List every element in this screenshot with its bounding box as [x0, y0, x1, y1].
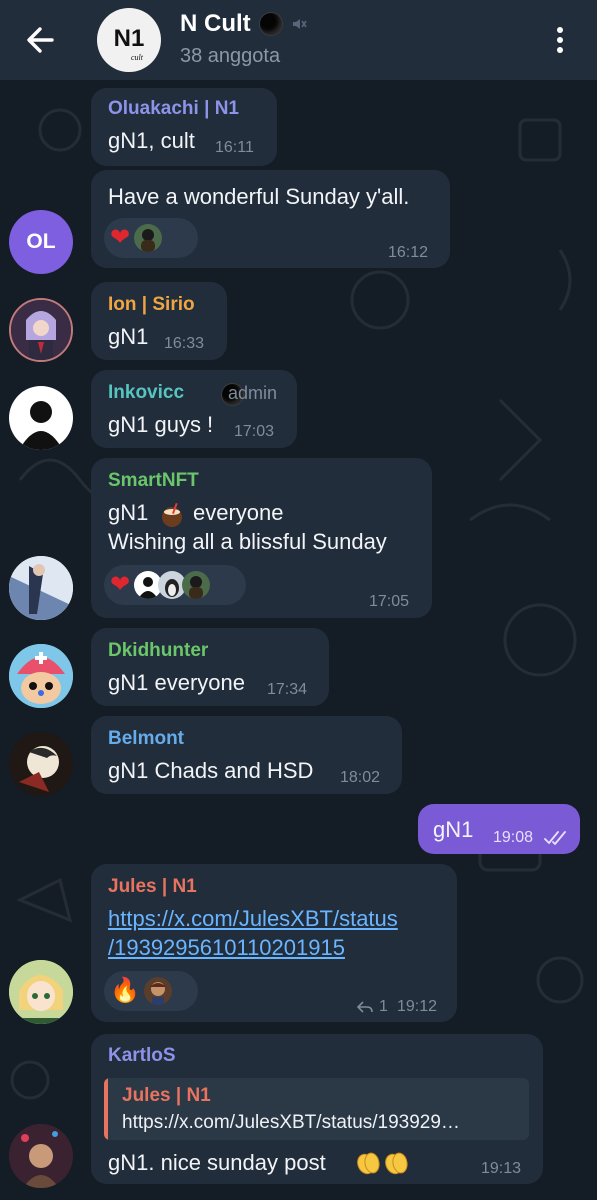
message-text: gN1 everyone: [108, 670, 245, 695]
admin-badge: admin: [228, 383, 278, 403]
avatar[interactable]: OL: [9, 210, 73, 274]
avatar[interactable]: [9, 556, 73, 620]
sender-name[interactable]: Jules | N1: [108, 876, 197, 898]
message-time: 18:02: [340, 769, 381, 786]
coconut-drink-emoji-icon: [162, 502, 182, 527]
reactions-bar[interactable]: 🔥: [104, 971, 198, 1011]
sender-name[interactable]: Oluakachi | N1: [108, 98, 239, 120]
message-text: gN1 guys !: [108, 412, 214, 437]
message-bubble[interactable]: Jules | N1 https://x.com/JulesXBT/status…: [91, 864, 457, 1022]
heart-reaction-icon[interactable]: ❤: [110, 573, 130, 597]
chat-header: N1 cult N Cult 38 anggota: [0, 0, 597, 80]
double-check-read-icon: [544, 831, 566, 845]
reactor-avatar: [134, 224, 163, 252]
avatar-initials: OL: [26, 230, 56, 253]
black-circle-emoji: [258, 12, 283, 36]
group-title-text: N Cult: [180, 10, 251, 37]
avatar[interactable]: [9, 732, 73, 796]
message-time: 19:08: [493, 829, 534, 846]
message-time: 16:33: [164, 335, 205, 352]
message-text: gN1: [108, 500, 149, 525]
group-avatar[interactable]: N1 cult: [97, 8, 161, 72]
reactions-bar[interactable]: ❤: [104, 218, 198, 258]
muted-speaker-icon: [292, 19, 307, 29]
message-time: 17:34: [267, 681, 308, 698]
message-bubble[interactable]: Have a wonderful Sunday y'all. ❤ 16:12: [91, 170, 450, 268]
message-text: gN1, cult: [108, 128, 195, 153]
clapping-hands-emoji-icon: [357, 1152, 408, 1175]
reactor-avatar: [143, 977, 172, 1005]
heart-reaction-icon[interactable]: ❤: [110, 226, 130, 250]
message-text: Have a wonderful Sunday y'all.: [108, 184, 410, 209]
member-count: 38 anggota: [180, 45, 281, 67]
avatar[interactable]: [9, 1124, 73, 1188]
message-time: 17:05: [369, 593, 410, 610]
quote-sender: Jules | N1: [122, 1085, 211, 1106]
sender-name[interactable]: KartloS: [108, 1045, 176, 1067]
reply-quote[interactable]: Jules | N1 https://x.com/JulesXBT/status…: [104, 1078, 529, 1140]
message-time: 16:12: [388, 244, 429, 261]
group-avatar-logo: N1: [114, 25, 145, 52]
sender-name[interactable]: SmartNFT: [108, 470, 199, 492]
message-bubble[interactable]: Inkovicc admin gN1 guys ! 17:03: [91, 370, 297, 448]
reactions-bar[interactable]: ❤: [104, 565, 246, 605]
message-link[interactable]: https://x.com/JulesXBT/status: [108, 906, 398, 932]
sender-name[interactable]: Belmont: [108, 728, 184, 750]
fire-reaction-icon[interactable]: 🔥: [110, 979, 140, 1003]
reply-count[interactable]: 1: [379, 998, 388, 1016]
message-text: gN1: [108, 324, 149, 349]
more-vertical-icon[interactable]: [548, 22, 572, 58]
message-text: Wishing all a blissful Sunday: [108, 529, 387, 554]
message-time: 19:13: [481, 1160, 522, 1177]
reply-quote-bar: [104, 1078, 108, 1140]
reply-arrow-icon: [357, 1001, 373, 1013]
message-text: gN1: [433, 817, 474, 842]
group-title[interactable]: N Cult: [180, 10, 307, 38]
sender-name[interactable]: Dkidhunter: [108, 640, 208, 662]
message-time: 16:11: [215, 139, 254, 156]
message-text: everyone: [193, 500, 284, 525]
message-bubble[interactable]: Oluakachi | N1 gN1, cult 16:11: [91, 88, 277, 166]
group-avatar-sub: cult: [131, 53, 144, 62]
reactor-avatar: [182, 571, 211, 599]
message-bubble[interactable]: KartloS Jules | N1 https://x.com/JulesXB…: [91, 1034, 543, 1184]
message-text: gN1 Chads and HSD: [108, 758, 314, 783]
message-bubble[interactable]: Belmont gN1 Chads and HSD 18:02: [91, 716, 402, 794]
message-bubble[interactable]: Dkidhunter gN1 everyone 17:34: [91, 628, 329, 706]
avatar[interactable]: [9, 960, 73, 1024]
avatar[interactable]: [9, 386, 73, 450]
message-text: gN1. nice sunday post: [108, 1150, 326, 1175]
message-time: 17:03: [234, 423, 275, 440]
back-arrow-icon[interactable]: [22, 22, 62, 58]
message-bubble[interactable]: Ion | Sirio gN1 16:33: [91, 282, 227, 360]
avatar[interactable]: [9, 644, 73, 708]
avatar[interactable]: [9, 298, 73, 362]
outgoing-message-bubble[interactable]: gN1 19:08: [418, 804, 580, 854]
message-bubble[interactable]: SmartNFT gN1 everyone Wishing all a blis…: [91, 458, 432, 618]
sender-name[interactable]: Ion | Sirio: [108, 294, 195, 316]
quote-text: https://x.com/JulesXBT/status/193929…: [122, 1112, 460, 1133]
message-link[interactable]: /1939295610110201915: [108, 935, 345, 961]
message-time: 19:12: [397, 998, 438, 1015]
sender-name[interactable]: Inkovicc: [108, 382, 184, 404]
